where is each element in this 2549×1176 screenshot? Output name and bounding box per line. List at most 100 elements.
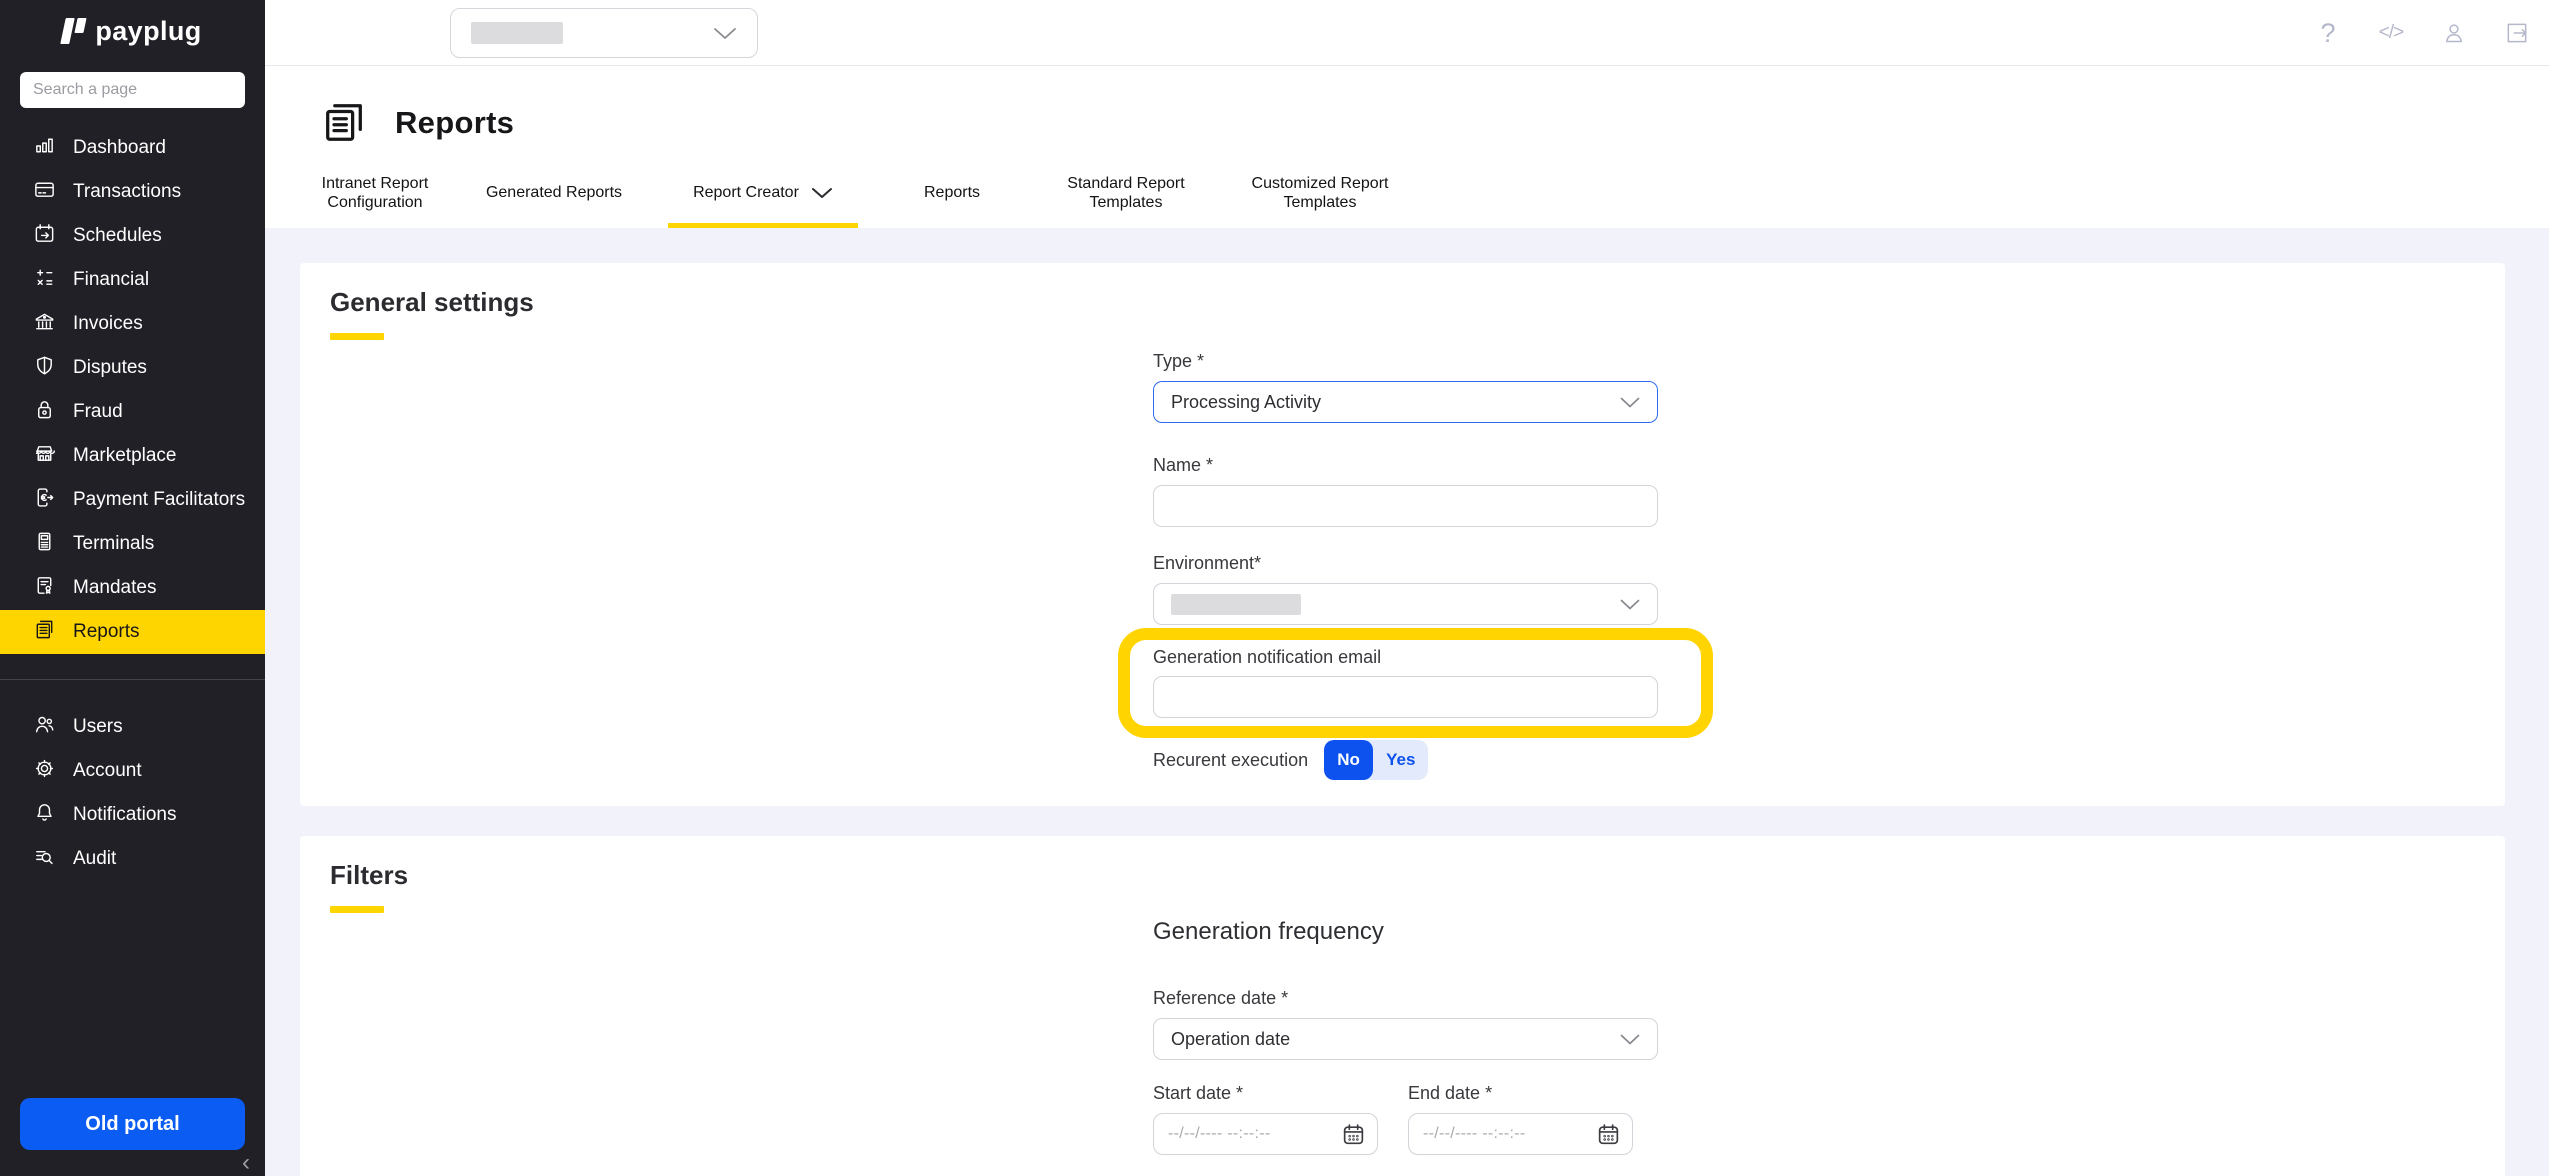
old-portal-button[interactable]: Old portal	[20, 1098, 245, 1150]
account-selector-dropdown[interactable]	[450, 8, 758, 58]
user-profile-icon[interactable]	[2441, 20, 2467, 46]
reference-date-value: Operation date	[1171, 1029, 1290, 1050]
bar-chart-icon	[33, 134, 56, 163]
document-seal-icon	[33, 574, 56, 603]
help-icon[interactable]: ?	[2315, 20, 2341, 46]
audit-search-icon	[33, 845, 56, 874]
reports-page-icon	[321, 100, 367, 146]
sidebar-item-users[interactable]: Users	[0, 705, 265, 749]
sidebar-item-audit[interactable]: Audit	[0, 837, 265, 881]
type-select[interactable]: Processing Activity	[1153, 381, 1658, 423]
recurrent-no-button[interactable]: No	[1324, 740, 1373, 780]
tab-customized-report-templates[interactable]: Customized Report Templates	[1240, 170, 1400, 228]
sidebar-item-dashboard[interactable]: Dashboard	[0, 126, 265, 170]
sidebar-item-marketplace[interactable]: Marketplace	[0, 434, 265, 478]
sidebar-item-label: Notifications	[73, 804, 177, 826]
storefront-icon	[33, 442, 56, 471]
page-header: Reports Intranet Report Configuration Ge…	[265, 66, 2549, 228]
sidebar-item-fraud[interactable]: Fraud	[0, 390, 265, 434]
lock-icon	[33, 398, 56, 427]
gear-icon	[33, 757, 56, 786]
sidebar-item-mandates[interactable]: Mandates	[0, 566, 265, 610]
sidebar-item-terminals[interactable]: Terminals	[0, 522, 265, 566]
redacted-environment-value	[1171, 594, 1301, 615]
chevron-down-icon	[713, 27, 737, 40]
tab-label: Intranet Report Configuration	[310, 174, 440, 212]
tab-generated-reports[interactable]: Generated Reports	[474, 170, 634, 228]
sidebar-item-label: Disputes	[73, 357, 147, 379]
chevron-down-icon	[811, 187, 833, 199]
tab-reports[interactable]: Reports	[892, 170, 1012, 228]
sidebar-item-label: Audit	[73, 848, 116, 870]
page-title: Reports	[395, 105, 514, 141]
sidebar-item-label: Transactions	[73, 181, 181, 203]
code-icon[interactable]: </>	[2378, 20, 2404, 46]
sidebar-item-invoices[interactable]: Invoices	[0, 302, 265, 346]
users-icon	[33, 713, 56, 742]
name-input[interactable]	[1153, 485, 1658, 527]
redacted-account-value	[471, 22, 563, 44]
sidebar-item-transactions[interactable]: Transactions	[0, 170, 265, 214]
sidebar-divider	[0, 679, 265, 680]
search-input[interactable]	[20, 72, 245, 108]
math-operations-icon	[33, 266, 56, 295]
sidebar-item-account[interactable]: Account	[0, 749, 265, 793]
chevron-down-icon	[1620, 599, 1640, 610]
recurrent-yes-button[interactable]: Yes	[1373, 740, 1428, 780]
reference-date-select[interactable]: Operation date	[1153, 1018, 1658, 1060]
payplug-logo-icon	[63, 18, 85, 44]
general-settings-panel: General settings Type * Processing Activ…	[300, 263, 2505, 806]
calendar-icon[interactable]	[1341, 1122, 1366, 1147]
tab-standard-report-templates[interactable]: Standard Report Templates	[1046, 170, 1206, 228]
notification-email-input[interactable]	[1153, 676, 1658, 718]
end-date-placeholder: --/--/---- --:--:--	[1423, 1125, 1526, 1143]
sidebar-item-label: Schedules	[73, 225, 162, 247]
bank-icon	[33, 310, 56, 339]
filters-panel: Filters Generation frequency Reference d…	[300, 836, 2505, 1176]
main-content: Reports Intranet Report Configuration Ge…	[265, 66, 2549, 1176]
chevron-down-icon	[1620, 397, 1640, 408]
sidebar-item-disputes[interactable]: Disputes	[0, 346, 265, 390]
tab-intranet-report-configuration[interactable]: Intranet Report Configuration	[310, 170, 440, 228]
chevron-down-icon	[1620, 1034, 1640, 1045]
payplug-logo: payplug	[0, 0, 265, 62]
sidebar-item-reports[interactable]: Reports	[0, 610, 265, 654]
calendar-icon[interactable]	[1596, 1122, 1621, 1147]
sidebar-item-label: Account	[73, 760, 142, 782]
recurrent-execution-label: Recurent execution	[1153, 750, 1308, 771]
end-date-input[interactable]: --/--/---- --:--:--	[1408, 1113, 1633, 1155]
heading-accent-bar	[330, 333, 384, 340]
logout-icon[interactable]	[2504, 20, 2530, 46]
sidebar-collapse-chevron-icon[interactable]: ‹	[233, 1150, 259, 1176]
sidebar-item-schedules[interactable]: Schedules	[0, 214, 265, 258]
sidebar-item-label: Dashboard	[73, 137, 166, 159]
start-date-label: Start date *	[1153, 1083, 1378, 1104]
environment-select[interactable]	[1153, 583, 1658, 625]
environment-label: Environment*	[1153, 553, 1658, 574]
tabs-bar: Intranet Report Configuration Generated …	[310, 170, 1400, 228]
topbar-icons: ? </>	[2315, 0, 2530, 66]
start-date-input[interactable]: --/--/---- --:--:--	[1153, 1113, 1378, 1155]
sidebar-item-financial[interactable]: Financial	[0, 258, 265, 302]
start-date-placeholder: --/--/---- --:--:--	[1168, 1125, 1271, 1143]
sidebar-item-label: Terminals	[73, 533, 154, 555]
shield-icon	[33, 354, 56, 383]
filters-heading: Filters	[330, 860, 408, 891]
recurrent-execution-toggle: No Yes	[1324, 740, 1428, 780]
pos-terminal-icon	[33, 530, 56, 559]
reference-date-label: Reference date *	[1153, 988, 1658, 1009]
tab-report-creator[interactable]: Report Creator	[668, 170, 858, 228]
payplug-logo-text: payplug	[95, 16, 201, 47]
phone-euro-icon	[33, 486, 56, 515]
sidebar-item-label: Invoices	[73, 313, 143, 335]
sidebar-item-notifications[interactable]: Notifications	[0, 793, 265, 837]
highlight-annotation-box: Generation notification email	[1118, 628, 1713, 738]
name-label: Name *	[1153, 455, 1658, 476]
tab-label: Generated Reports	[486, 183, 622, 202]
tab-label: Standard Report Templates	[1046, 174, 1206, 212]
sidebar-item-payment-facilitators[interactable]: Payment Facilitators	[0, 478, 265, 522]
topbar: ? </>	[265, 0, 2549, 66]
tab-label: Customized Report Templates	[1240, 174, 1400, 212]
notification-email-label: Generation notification email	[1153, 647, 1701, 668]
sidebar-item-label: Fraud	[73, 401, 123, 423]
